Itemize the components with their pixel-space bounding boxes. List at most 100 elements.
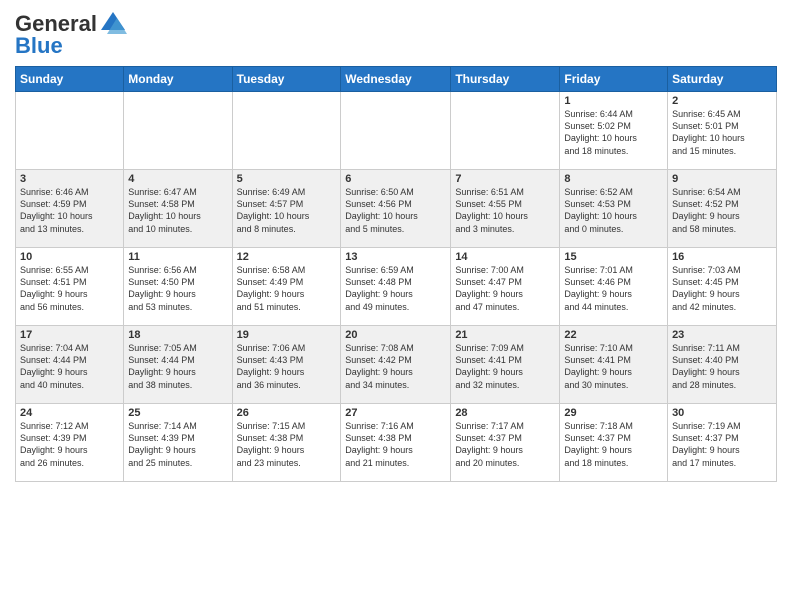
day-number: 18 (128, 329, 227, 341)
calendar-week-row: 10Sunrise: 6:55 AM Sunset: 4:51 PM Dayli… (16, 248, 777, 326)
calendar-day-header: Sunday (16, 67, 124, 92)
calendar-cell: 28Sunrise: 7:17 AM Sunset: 4:37 PM Dayli… (451, 404, 560, 482)
day-info: Sunrise: 7:04 AM Sunset: 4:44 PM Dayligh… (20, 342, 119, 391)
day-info: Sunrise: 6:58 AM Sunset: 4:49 PM Dayligh… (237, 264, 337, 313)
calendar-week-row: 17Sunrise: 7:04 AM Sunset: 4:44 PM Dayli… (16, 326, 777, 404)
calendar-cell: 4Sunrise: 6:47 AM Sunset: 4:58 PM Daylig… (124, 170, 232, 248)
day-number: 1 (564, 95, 663, 107)
logo-icon (99, 10, 127, 38)
day-info: Sunrise: 7:19 AM Sunset: 4:37 PM Dayligh… (672, 420, 772, 469)
day-info: Sunrise: 6:56 AM Sunset: 4:50 PM Dayligh… (128, 264, 227, 313)
calendar-cell: 25Sunrise: 7:14 AM Sunset: 4:39 PM Dayli… (124, 404, 232, 482)
calendar-cell: 6Sunrise: 6:50 AM Sunset: 4:56 PM Daylig… (341, 170, 451, 248)
calendar-cell: 5Sunrise: 6:49 AM Sunset: 4:57 PM Daylig… (232, 170, 341, 248)
day-number: 14 (455, 251, 555, 263)
calendar-cell: 2Sunrise: 6:45 AM Sunset: 5:01 PM Daylig… (668, 92, 777, 170)
day-number: 28 (455, 407, 555, 419)
calendar-cell: 22Sunrise: 7:10 AM Sunset: 4:41 PM Dayli… (560, 326, 668, 404)
day-number: 19 (237, 329, 337, 341)
calendar-cell: 21Sunrise: 7:09 AM Sunset: 4:41 PM Dayli… (451, 326, 560, 404)
day-number: 23 (672, 329, 772, 341)
calendar-cell (232, 92, 341, 170)
day-number: 24 (20, 407, 119, 419)
day-info: Sunrise: 6:52 AM Sunset: 4:53 PM Dayligh… (564, 186, 663, 235)
calendar-day-header: Tuesday (232, 67, 341, 92)
page-container: General Blue SundayMondayTuesdayWednesda… (0, 0, 792, 492)
day-number: 12 (237, 251, 337, 263)
calendar-day-header: Saturday (668, 67, 777, 92)
day-info: Sunrise: 7:05 AM Sunset: 4:44 PM Dayligh… (128, 342, 227, 391)
calendar-cell: 27Sunrise: 7:16 AM Sunset: 4:38 PM Dayli… (341, 404, 451, 482)
calendar-day-header: Friday (560, 67, 668, 92)
day-number: 11 (128, 251, 227, 263)
day-info: Sunrise: 7:08 AM Sunset: 4:42 PM Dayligh… (345, 342, 446, 391)
calendar-table: SundayMondayTuesdayWednesdayThursdayFrid… (15, 66, 777, 482)
calendar-cell (341, 92, 451, 170)
calendar-week-row: 1Sunrise: 6:44 AM Sunset: 5:02 PM Daylig… (16, 92, 777, 170)
day-number: 4 (128, 173, 227, 185)
calendar-cell: 8Sunrise: 6:52 AM Sunset: 4:53 PM Daylig… (560, 170, 668, 248)
calendar-cell: 29Sunrise: 7:18 AM Sunset: 4:37 PM Dayli… (560, 404, 668, 482)
day-number: 27 (345, 407, 446, 419)
day-info: Sunrise: 6:50 AM Sunset: 4:56 PM Dayligh… (345, 186, 446, 235)
day-number: 8 (564, 173, 663, 185)
day-number: 13 (345, 251, 446, 263)
day-number: 3 (20, 173, 119, 185)
calendar-cell: 18Sunrise: 7:05 AM Sunset: 4:44 PM Dayli… (124, 326, 232, 404)
day-info: Sunrise: 6:54 AM Sunset: 4:52 PM Dayligh… (672, 186, 772, 235)
calendar-cell: 7Sunrise: 6:51 AM Sunset: 4:55 PM Daylig… (451, 170, 560, 248)
day-info: Sunrise: 7:16 AM Sunset: 4:38 PM Dayligh… (345, 420, 446, 469)
calendar-cell: 24Sunrise: 7:12 AM Sunset: 4:39 PM Dayli… (16, 404, 124, 482)
day-number: 15 (564, 251, 663, 263)
day-number: 6 (345, 173, 446, 185)
day-info: Sunrise: 6:44 AM Sunset: 5:02 PM Dayligh… (564, 108, 663, 157)
page-header: General Blue (15, 10, 777, 58)
calendar-cell: 10Sunrise: 6:55 AM Sunset: 4:51 PM Dayli… (16, 248, 124, 326)
calendar-cell: 1Sunrise: 6:44 AM Sunset: 5:02 PM Daylig… (560, 92, 668, 170)
day-number: 30 (672, 407, 772, 419)
day-info: Sunrise: 7:12 AM Sunset: 4:39 PM Dayligh… (20, 420, 119, 469)
calendar-cell: 14Sunrise: 7:00 AM Sunset: 4:47 PM Dayli… (451, 248, 560, 326)
day-info: Sunrise: 6:47 AM Sunset: 4:58 PM Dayligh… (128, 186, 227, 235)
day-number: 16 (672, 251, 772, 263)
logo-blue: Blue (15, 34, 63, 58)
logo: General Blue (15, 10, 127, 58)
day-number: 22 (564, 329, 663, 341)
calendar-day-header: Monday (124, 67, 232, 92)
day-info: Sunrise: 7:01 AM Sunset: 4:46 PM Dayligh… (564, 264, 663, 313)
calendar-cell: 12Sunrise: 6:58 AM Sunset: 4:49 PM Dayli… (232, 248, 341, 326)
calendar-day-header: Wednesday (341, 67, 451, 92)
day-info: Sunrise: 6:59 AM Sunset: 4:48 PM Dayligh… (345, 264, 446, 313)
calendar-day-header: Thursday (451, 67, 560, 92)
calendar-cell: 20Sunrise: 7:08 AM Sunset: 4:42 PM Dayli… (341, 326, 451, 404)
calendar-week-row: 24Sunrise: 7:12 AM Sunset: 4:39 PM Dayli… (16, 404, 777, 482)
day-info: Sunrise: 7:15 AM Sunset: 4:38 PM Dayligh… (237, 420, 337, 469)
calendar-cell: 16Sunrise: 7:03 AM Sunset: 4:45 PM Dayli… (668, 248, 777, 326)
day-number: 2 (672, 95, 772, 107)
day-info: Sunrise: 6:49 AM Sunset: 4:57 PM Dayligh… (237, 186, 337, 235)
day-number: 5 (237, 173, 337, 185)
calendar-cell: 23Sunrise: 7:11 AM Sunset: 4:40 PM Dayli… (668, 326, 777, 404)
day-number: 25 (128, 407, 227, 419)
calendar-cell (451, 92, 560, 170)
day-info: Sunrise: 6:45 AM Sunset: 5:01 PM Dayligh… (672, 108, 772, 157)
day-number: 29 (564, 407, 663, 419)
day-number: 26 (237, 407, 337, 419)
calendar-cell: 3Sunrise: 6:46 AM Sunset: 4:59 PM Daylig… (16, 170, 124, 248)
calendar-cell: 15Sunrise: 7:01 AM Sunset: 4:46 PM Dayli… (560, 248, 668, 326)
day-number: 17 (20, 329, 119, 341)
day-info: Sunrise: 7:09 AM Sunset: 4:41 PM Dayligh… (455, 342, 555, 391)
day-info: Sunrise: 7:17 AM Sunset: 4:37 PM Dayligh… (455, 420, 555, 469)
calendar-week-row: 3Sunrise: 6:46 AM Sunset: 4:59 PM Daylig… (16, 170, 777, 248)
day-info: Sunrise: 7:00 AM Sunset: 4:47 PM Dayligh… (455, 264, 555, 313)
day-info: Sunrise: 7:14 AM Sunset: 4:39 PM Dayligh… (128, 420, 227, 469)
calendar-header-row: SundayMondayTuesdayWednesdayThursdayFrid… (16, 67, 777, 92)
day-info: Sunrise: 7:11 AM Sunset: 4:40 PM Dayligh… (672, 342, 772, 391)
day-number: 9 (672, 173, 772, 185)
calendar-cell (16, 92, 124, 170)
day-number: 7 (455, 173, 555, 185)
calendar-cell: 11Sunrise: 6:56 AM Sunset: 4:50 PM Dayli… (124, 248, 232, 326)
day-info: Sunrise: 7:18 AM Sunset: 4:37 PM Dayligh… (564, 420, 663, 469)
day-info: Sunrise: 6:55 AM Sunset: 4:51 PM Dayligh… (20, 264, 119, 313)
day-number: 10 (20, 251, 119, 263)
